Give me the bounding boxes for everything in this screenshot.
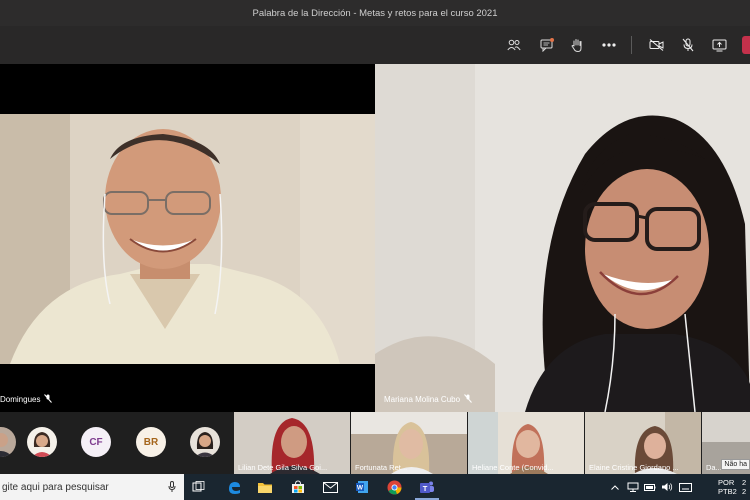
avatar[interactable]	[190, 427, 220, 457]
speaker-icon[interactable]	[658, 478, 676, 496]
mail-icon[interactable]	[321, 478, 339, 496]
chat-icon[interactable]	[536, 34, 558, 56]
microphone-icon[interactable]	[168, 481, 176, 496]
participant-thumbnail-name: Fortunata Ret...	[355, 463, 408, 472]
keyboard-layout-label: PTB2	[718, 487, 737, 496]
chrome-icon[interactable]	[385, 478, 403, 496]
language-label: POR	[718, 478, 735, 487]
input-language-indicator[interactable]: POR PTB2	[718, 478, 737, 496]
svg-text:W: W	[357, 485, 364, 492]
camera-off-icon[interactable]	[646, 34, 668, 56]
clock-time: 2	[742, 478, 747, 487]
svg-text:T: T	[423, 484, 428, 493]
more-actions-icon[interactable]	[598, 34, 620, 56]
word-icon[interactable]: W	[353, 478, 371, 496]
participant-video-left-image	[0, 114, 375, 364]
participant-thumbnail-name: Elaine Cristine Giordano ...	[589, 463, 679, 472]
leave-call-icon[interactable]	[742, 36, 750, 54]
chevron-up-icon[interactable]	[606, 478, 624, 496]
taskbar-search-box[interactable]: gite aqui para pesquisar	[0, 474, 184, 500]
avatar-initials: CF	[89, 436, 103, 448]
meeting-toolbar	[0, 26, 750, 64]
tooltip: Não ha	[721, 459, 750, 470]
participant-video-left	[0, 114, 375, 364]
edge-browser-icon[interactable]	[225, 478, 243, 496]
toolbar-divider	[631, 36, 632, 54]
participant-video-right-image	[375, 64, 750, 412]
avatar[interactable]	[27, 427, 57, 457]
avatar[interactable]	[0, 427, 16, 457]
task-view-icon[interactable]	[190, 478, 208, 496]
raise-hand-icon[interactable]	[566, 34, 588, 56]
file-explorer-icon[interactable]	[256, 478, 274, 496]
mic-off-icon[interactable]	[677, 34, 699, 56]
participant-thumbnail[interactable]: Fortunata Ret...	[351, 412, 467, 474]
battery-icon[interactable]	[641, 478, 659, 496]
participant-thumbnail[interactable]: Da... Não ha	[702, 412, 750, 474]
video-stage: Domingues Mariana Molina Cubo	[0, 64, 750, 412]
window-title-bar: Palabra de la Dirección - Metas y retos …	[0, 0, 750, 26]
participant-name-left-label: Domingues	[0, 395, 41, 404]
participant-thumbnail[interactable]: Lilian Dete Gila Silva Goi...	[234, 412, 350, 474]
mic-muted-icon	[44, 394, 53, 405]
mic-muted-icon	[464, 394, 472, 405]
participant-thumbnail-name: Lilian Dete Gila Silva Goi...	[238, 463, 328, 472]
network-icon[interactable]	[624, 478, 642, 496]
participant-strip: CF BR Lilian Dete Gila Silva Goi... Fort…	[0, 412, 750, 474]
clock-date: 2	[742, 487, 747, 496]
avatar-initials: BR	[143, 436, 159, 448]
keyboard-icon[interactable]	[676, 478, 694, 496]
participant-video-right	[375, 64, 750, 412]
participant-name-right-label: Mariana Molina Cubo	[384, 395, 461, 404]
share-screen-icon[interactable]	[708, 34, 730, 56]
participant-name-right: Mariana Molina Cubo	[384, 394, 472, 405]
participant-thumbnail[interactable]: Heliane Conte (Convid...	[468, 412, 584, 474]
avatar[interactable]: CF	[81, 427, 111, 457]
teams-icon[interactable]: T	[415, 478, 439, 500]
windows-taskbar: gite aqui para pesquisar W T POR PTB2 2 …	[0, 474, 750, 500]
participant-thumbnail[interactable]: Elaine Cristine Giordano ...	[585, 412, 701, 474]
participant-thumbnail-name: Da...	[706, 463, 722, 472]
clock[interactable]: 2 2	[742, 478, 746, 496]
taskbar-search-placeholder: gite aqui para pesquisar	[2, 481, 109, 493]
participant-thumbnail-name: Heliane Conte (Convid...	[472, 463, 554, 472]
participants-icon[interactable]	[503, 34, 525, 56]
window-title: Palabra de la Dirección - Metas y retos …	[252, 7, 498, 19]
participant-name-left: Domingues	[0, 394, 53, 405]
avatar[interactable]: BR	[136, 427, 166, 457]
store-icon[interactable]	[289, 478, 307, 496]
